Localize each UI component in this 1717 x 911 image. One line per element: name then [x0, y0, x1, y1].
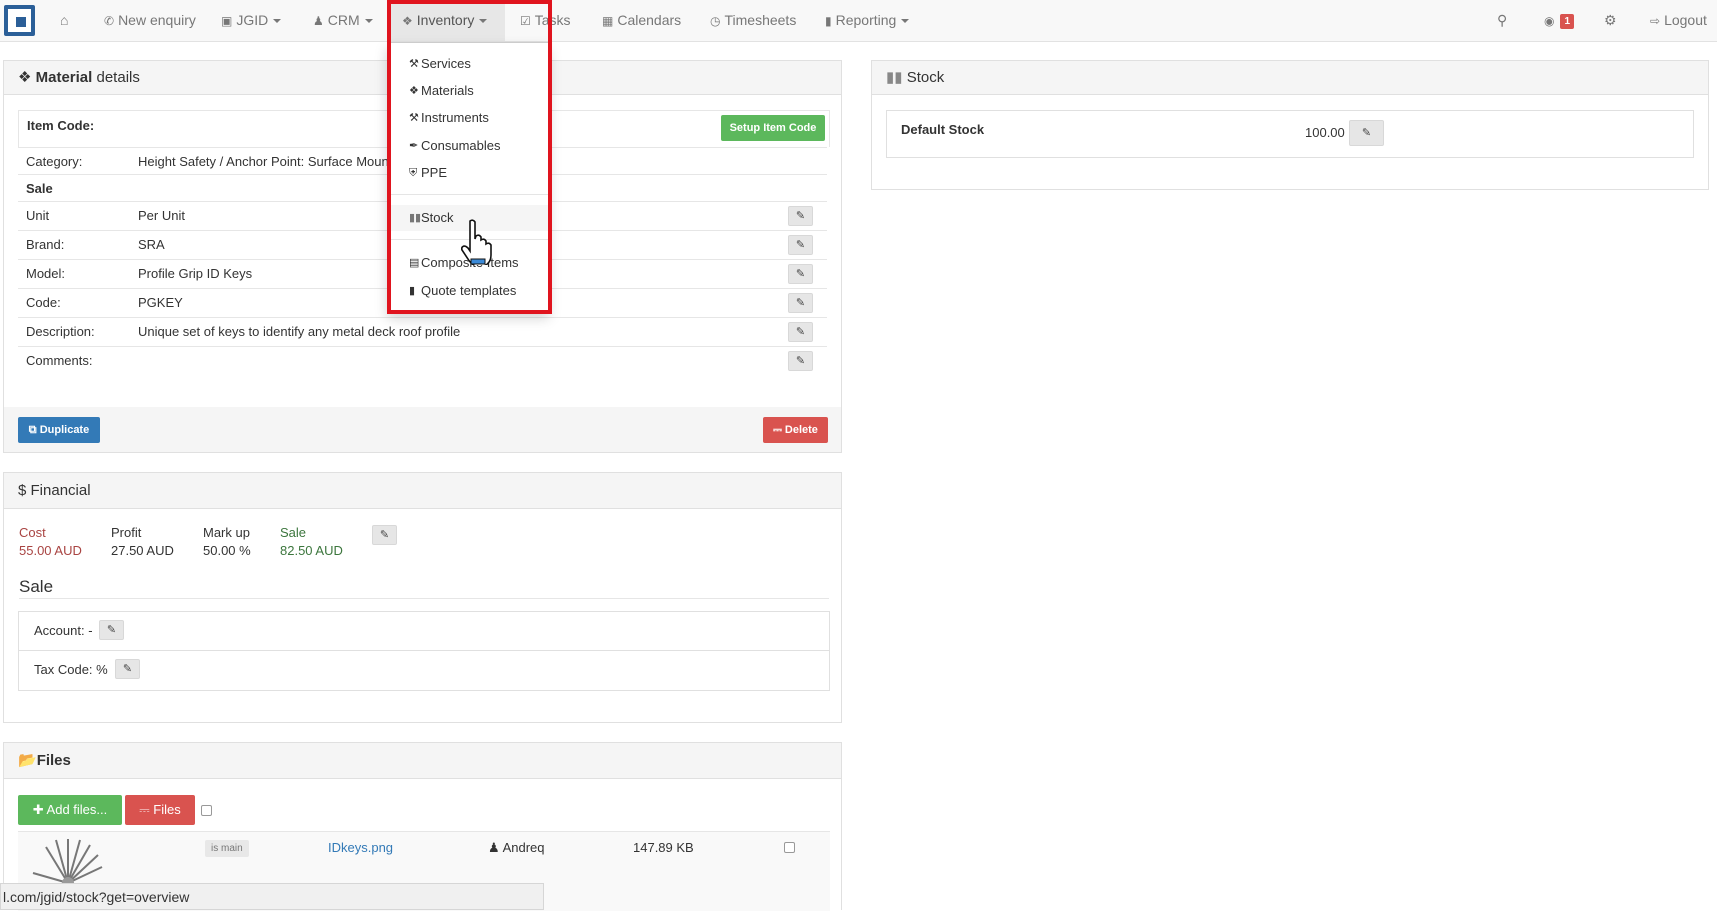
add-files-button[interactable]: ✚ Add files... [18, 795, 122, 825]
file-thumbnail[interactable] [28, 835, 108, 887]
browser-status-bar: l.com/jgid/stock?get=overview [0, 883, 544, 910]
bar-chart-icon: ▮ [825, 14, 832, 28]
edit-model-button[interactable]: ✎ [788, 264, 813, 284]
nav-tasks[interactable]: ☑ Tasks [520, 0, 571, 41]
setup-item-code-button[interactable]: Setup Item Code [721, 115, 825, 141]
account-box: Account: - ✎ Tax Code: % ✎ [18, 611, 830, 691]
nav-jgid[interactable]: ▣ JGID [221, 0, 282, 41]
edit-code-button[interactable]: ✎ [788, 293, 813, 313]
brush-icon: ✒ [409, 140, 419, 152]
duplicate-button[interactable]: ⧉ Duplicate [18, 417, 100, 443]
trash-icon: ⎓ [773, 424, 785, 436]
profit-block: Profit 27.50 AUD [111, 525, 174, 558]
nav-logout[interactable]: ⇨ Logout [1650, 0, 1707, 41]
file-name-link[interactable]: IDkeys.png [328, 840, 393, 855]
select-all-checkbox[interactable] [201, 805, 212, 816]
wrench-icon: ⚒ [409, 58, 419, 70]
hammer-icon: ⚒ [409, 112, 419, 124]
menu-item-materials[interactable]: ❖ Materials [388, 78, 548, 104]
logout-icon: ⇨ [1650, 14, 1661, 28]
edit-stock-button[interactable]: ✎ [1349, 120, 1384, 146]
financial-panel: $ Financial Cost 55.00 AUD Profit 27.50 … [3, 472, 842, 723]
comments-row: Comments: ✎ [18, 346, 827, 375]
notification-badge: 1 [1560, 13, 1575, 29]
file-icon: ▮ [409, 285, 416, 297]
nav-reporting[interactable]: ▮ Reporting [825, 0, 910, 41]
nav-new-enquiry[interactable]: ✆ New enquiry [104, 0, 196, 41]
folder-open-icon: 📂 [18, 752, 37, 769]
logo-small-icon: ▣ [221, 14, 233, 28]
default-stock-value: 100.00 [1305, 125, 1345, 140]
nav-notifications[interactable]: ◉ 1 [1544, 0, 1575, 41]
settings-icon[interactable]: ⚙ [1604, 0, 1617, 41]
globe-icon: ◉ [1544, 14, 1555, 28]
sale-block: Sale 82.50 AUD [280, 525, 343, 558]
material-panel-footer: ⧉ Duplicate ⎓ Delete [3, 407, 842, 453]
caret-down-icon [479, 19, 488, 24]
app-logo[interactable] [4, 5, 35, 36]
plus-icon: ✚ [32, 802, 47, 817]
caret-down-icon [901, 19, 910, 24]
nav-inventory[interactable]: ❖ Inventory [390, 0, 505, 41]
menu-item-consumables[interactable]: ✒ Consumables [388, 133, 548, 159]
caret-down-icon [364, 19, 373, 24]
hand-pointer-cursor-icon [461, 219, 492, 265]
edit-tax-code-button[interactable]: ✎ [115, 659, 140, 679]
delete-files-button[interactable]: ⎓ Files [125, 795, 195, 825]
dollar-icon: $ [18, 482, 31, 499]
shield-icon: ⛨ [409, 167, 418, 179]
description-row: Description: Unique set of keys to ident… [18, 317, 827, 346]
menu-item-instruments[interactable]: ⚒ Instruments [388, 105, 548, 131]
menu-item-quote-templates[interactable]: ▮ Quote templates [388, 278, 548, 304]
menu-divider [388, 194, 548, 195]
trash-icon: ⎓ [139, 802, 154, 817]
phone-icon: ✆ [104, 14, 115, 28]
edit-financial-button[interactable]: ✎ [372, 525, 397, 545]
stock-panel-header: ▮▮ Stock [872, 61, 1708, 95]
files-panel-header: 📂Files [4, 743, 841, 779]
menu-item-services[interactable]: ⚒ Services [388, 51, 548, 77]
cost-block: Cost 55.00 AUD [19, 525, 82, 558]
top-navbar: ⌂ ✆ New enquiry ▣ JGID ♟ CRM ❖ Inventory ☑ Ta… [0, 0, 1717, 42]
account-row: Account: - ✎ [19, 612, 829, 651]
markup-block: Mark up 50.00 % [203, 525, 251, 558]
nav-timesheets[interactable]: ◷ Timesheets [710, 0, 796, 41]
stock-panel: ▮▮ Stock Default Stock 100.00 ✎ [871, 60, 1709, 190]
edit-unit-button[interactable]: ✎ [788, 206, 813, 226]
financial-sale-heading: Sale [19, 577, 829, 599]
cubes-icon: ❖ [18, 69, 36, 86]
edit-comments-button[interactable]: ✎ [788, 351, 813, 371]
users-icon: ♟ [313, 14, 324, 28]
edit-description-button[interactable]: ✎ [788, 322, 813, 342]
copy-icon: ⧉ [28, 424, 40, 436]
file-select-checkbox[interactable] [784, 842, 795, 853]
file-user: ♟ Andreq [488, 840, 545, 855]
default-stock-row: Default Stock 100.00 ✎ [886, 110, 1694, 158]
menu-item-ppe[interactable]: ⛨ PPE [388, 160, 548, 186]
edit-account-button[interactable]: ✎ [99, 620, 124, 640]
inventory-dropdown-menu: ⚒ Services ❖ Materials ⚒ Instruments ✒ Consu… [387, 42, 549, 312]
edit-brand-button[interactable]: ✎ [788, 235, 813, 255]
barcode-icon: ▮▮ [886, 69, 907, 86]
search-icon[interactable]: ⚲ [1497, 0, 1507, 41]
delete-button[interactable]: ⎓ Delete [763, 417, 828, 443]
is-main-badge: is main [205, 840, 249, 857]
caret-down-icon [273, 19, 282, 24]
check-square-icon: ☑ [520, 14, 531, 28]
user-icon: ♟ [488, 840, 500, 855]
home-icon[interactable]: ⌂ [60, 0, 68, 41]
cubes-icon: ❖ [409, 85, 419, 97]
calendar-icon: ▦ [602, 14, 614, 28]
financial-panel-header: $ Financial [4, 473, 841, 509]
file-size: 147.89 KB [633, 840, 694, 855]
nav-crm[interactable]: ♟ CRM [313, 0, 373, 41]
cubes-icon: ❖ [402, 14, 413, 28]
tax-code-row: Tax Code: % ✎ [19, 651, 829, 690]
nav-calendars[interactable]: ▦ Calendars [602, 0, 681, 41]
list-alt-icon: ▤ [409, 257, 420, 269]
clock-icon: ◷ [710, 14, 721, 28]
barcode-icon: ▮▮ [409, 212, 422, 224]
